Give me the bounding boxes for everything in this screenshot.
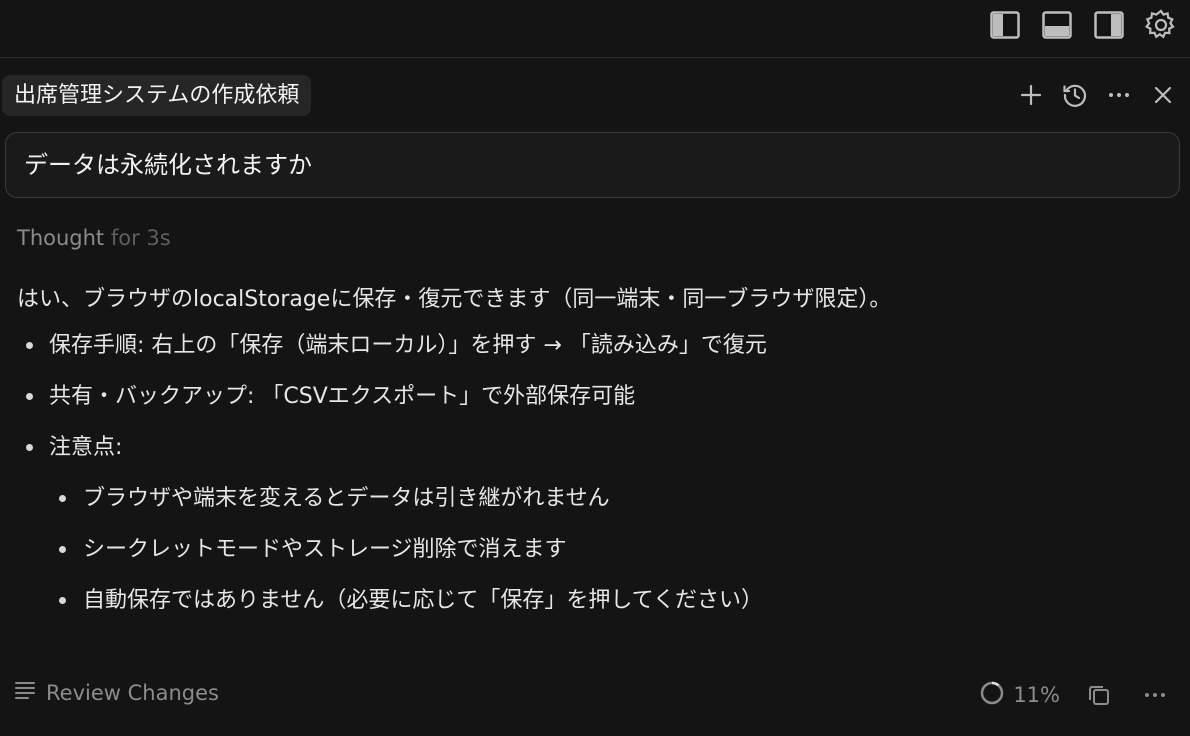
thought-indicator[interactable]: Thought for 3s (17, 226, 171, 250)
list-item: 注意点: (17, 422, 1177, 473)
context-usage[interactable]: 11% (979, 680, 1060, 711)
more-icon[interactable] (1102, 78, 1136, 112)
plus-icon[interactable] (1014, 78, 1048, 112)
thought-label: Thought (17, 226, 105, 250)
response-list: 保存手順: 右上の「保存（端末ローカル）」を押す → 「読み込み」で復元 共有・… (17, 320, 1177, 626)
copy-icon[interactable] (1082, 678, 1116, 712)
review-changes-label: Review Changes (46, 680, 219, 705)
sub-list-item: シークレットモードやストレージ削除で消えます (17, 524, 1177, 575)
sidebar-right-icon[interactable] (1092, 8, 1126, 42)
review-changes-button[interactable]: Review Changes (14, 680, 219, 705)
progress-ring-icon (979, 680, 1005, 711)
history-icon[interactable] (1058, 78, 1092, 112)
list-icon (14, 680, 36, 705)
chat-header: 出席管理システムの作成依頼 (0, 72, 1190, 118)
footer-bar: Review Changes 11% (0, 672, 1190, 722)
sub-list-item: 自動保存ではありません（必要に応じて「保存」を押してください） (17, 575, 1177, 626)
chat-title[interactable]: 出席管理システムの作成依頼 (2, 75, 312, 116)
thought-duration: for 3s (110, 226, 171, 250)
top-toolbar (0, 0, 1190, 58)
user-message[interactable]: データは永続化されますか (5, 132, 1180, 198)
sub-list-item: ブラウザや端末を変えるとデータは引き継がれません (17, 473, 1177, 524)
assistant-response: はい、ブラウザのlocalStorageに保存・復元できます（同一端末・同一ブラ… (17, 280, 1177, 626)
panel-bottom-icon[interactable] (1040, 8, 1074, 42)
close-icon[interactable] (1146, 78, 1180, 112)
gear-icon[interactable] (1144, 8, 1178, 42)
list-item: 保存手順: 右上の「保存（端末ローカル）」を押す → 「読み込み」で復元 (17, 320, 1177, 371)
progress-value: 11% (1013, 683, 1060, 707)
more-icon[interactable] (1138, 678, 1172, 712)
sidebar-left-icon[interactable] (988, 8, 1022, 42)
response-lead: はい、ブラウザのlocalStorageに保存・復元できます（同一端末・同一ブラ… (17, 287, 892, 312)
list-item: 共有・バックアップ: 「CSVエクスポート」で外部保存可能 (17, 371, 1177, 422)
